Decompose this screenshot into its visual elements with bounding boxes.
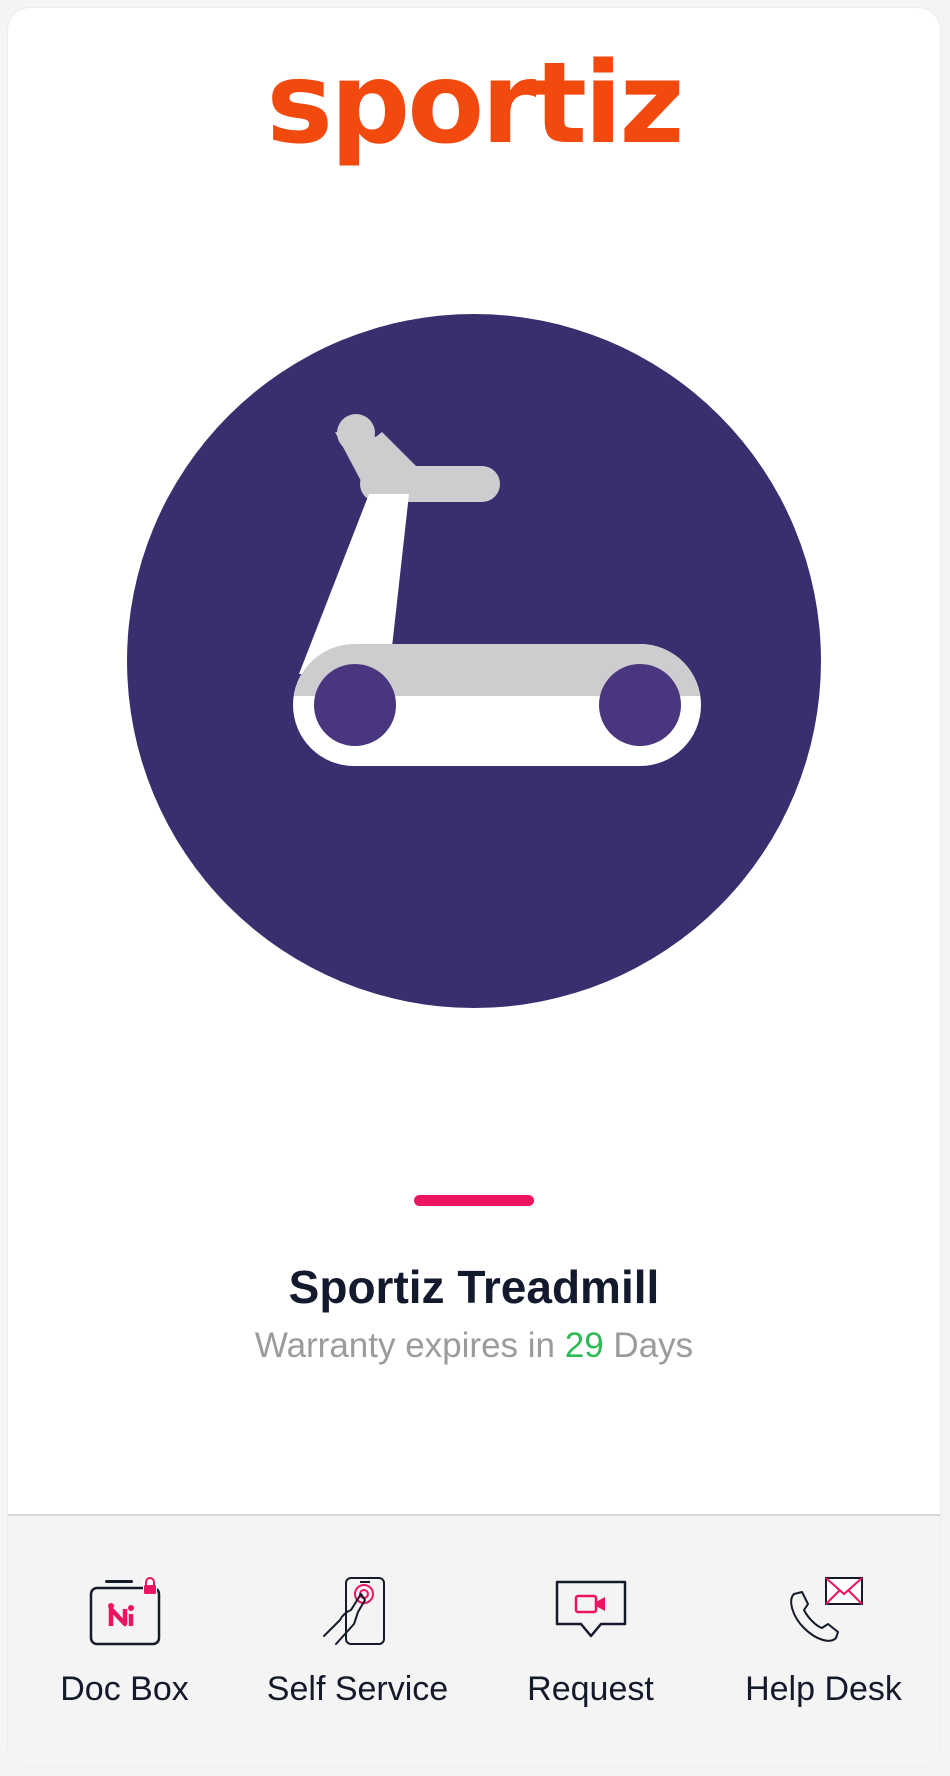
doc-box-lock-icon bbox=[89, 1577, 160, 1646]
phone-touch-icon bbox=[322, 1577, 385, 1645]
video-chat-icon bbox=[555, 1580, 626, 1638]
tab-request[interactable]: Request bbox=[486, 1516, 696, 1766]
product-title: Sportiz Treadmill bbox=[288, 1261, 660, 1313]
accent-divider bbox=[414, 1195, 534, 1206]
tab-doc-box[interactable]: Doc Box bbox=[20, 1516, 230, 1766]
product-card: sportiz Sportiz Treadmill Warranty expir… bbox=[8, 8, 940, 1766]
tab-help-desk-label: Help Desk bbox=[745, 1670, 902, 1708]
tab-self-service[interactable]: Self Service bbox=[253, 1516, 463, 1766]
tab-doc-box-label: Doc Box bbox=[60, 1670, 189, 1708]
warranty-suffix: Days bbox=[613, 1326, 694, 1365]
warranty-days-count: 29 bbox=[564, 1326, 604, 1365]
warranty-prefix: Warranty expires in bbox=[254, 1326, 556, 1365]
bottom-tab-bar: Doc Box Self Service Request Help Desk bbox=[8, 1514, 940, 1766]
tab-self-service-label: Self Service bbox=[266, 1670, 449, 1708]
warranty-status: Warranty expires in 29 Days bbox=[8, 1326, 940, 1366]
phone-mail-icon bbox=[789, 1577, 863, 1642]
tab-request-label: Request bbox=[527, 1670, 654, 1708]
treadmill-icon bbox=[127, 314, 821, 1008]
tab-help-desk[interactable]: Help Desk bbox=[719, 1516, 929, 1766]
sportiz-logo: sportiz bbox=[266, 39, 684, 169]
